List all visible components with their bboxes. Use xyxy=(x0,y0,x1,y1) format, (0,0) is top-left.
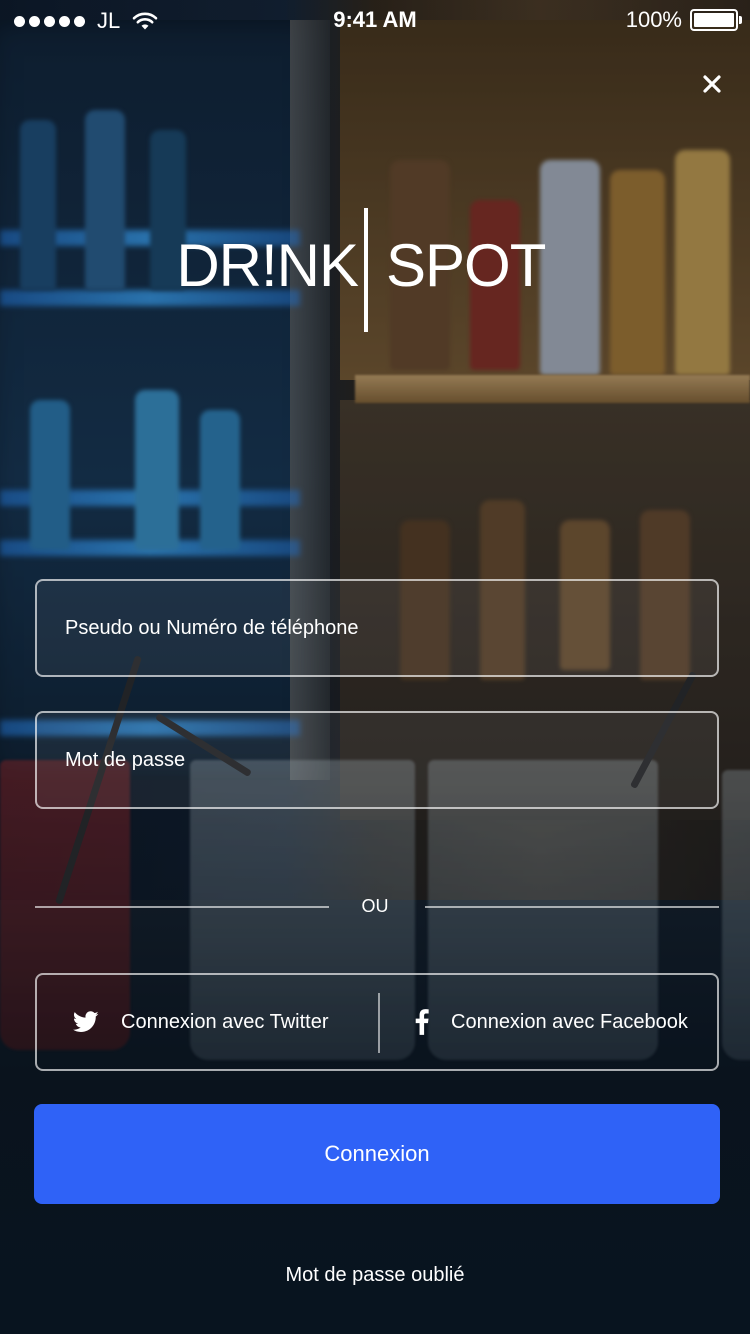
username-field[interactable] xyxy=(35,579,719,677)
username-input[interactable] xyxy=(65,581,685,675)
login-button[interactable]: Connexion xyxy=(34,1104,720,1204)
close-icon xyxy=(703,75,721,93)
battery-icon xyxy=(690,9,742,31)
twitter-icon xyxy=(73,1011,99,1032)
password-field[interactable] xyxy=(35,711,719,809)
facebook-icon xyxy=(415,1009,429,1035)
status-bar: JL 9:41 AM 100% xyxy=(0,0,750,40)
social-separator xyxy=(378,993,380,1053)
forgot-password-link[interactable]: Mot de passe oublié xyxy=(0,1264,750,1287)
battery-group: 100% xyxy=(625,7,742,33)
twitter-login-button[interactable]: Connexion avec Twitter xyxy=(73,975,329,1069)
or-label: OU xyxy=(361,896,389,916)
logo-divider xyxy=(364,208,368,332)
battery-percent: 100% xyxy=(625,7,682,32)
logo-text-right: SPOT xyxy=(386,232,546,299)
social-login-box: Connexion avec Twitter Connexion avec Fa… xyxy=(35,973,719,1071)
close-button[interactable] xyxy=(694,66,730,102)
password-input[interactable] xyxy=(65,713,685,807)
app-logo: DR!NK SPOT xyxy=(0,208,750,332)
facebook-login-label: Connexion avec Facebook xyxy=(451,1010,688,1033)
logo-text-left: DR!NK xyxy=(176,232,359,299)
facebook-login-button[interactable]: Connexion avec Facebook xyxy=(415,975,688,1069)
twitter-login-label: Connexion avec Twitter xyxy=(121,1010,329,1033)
